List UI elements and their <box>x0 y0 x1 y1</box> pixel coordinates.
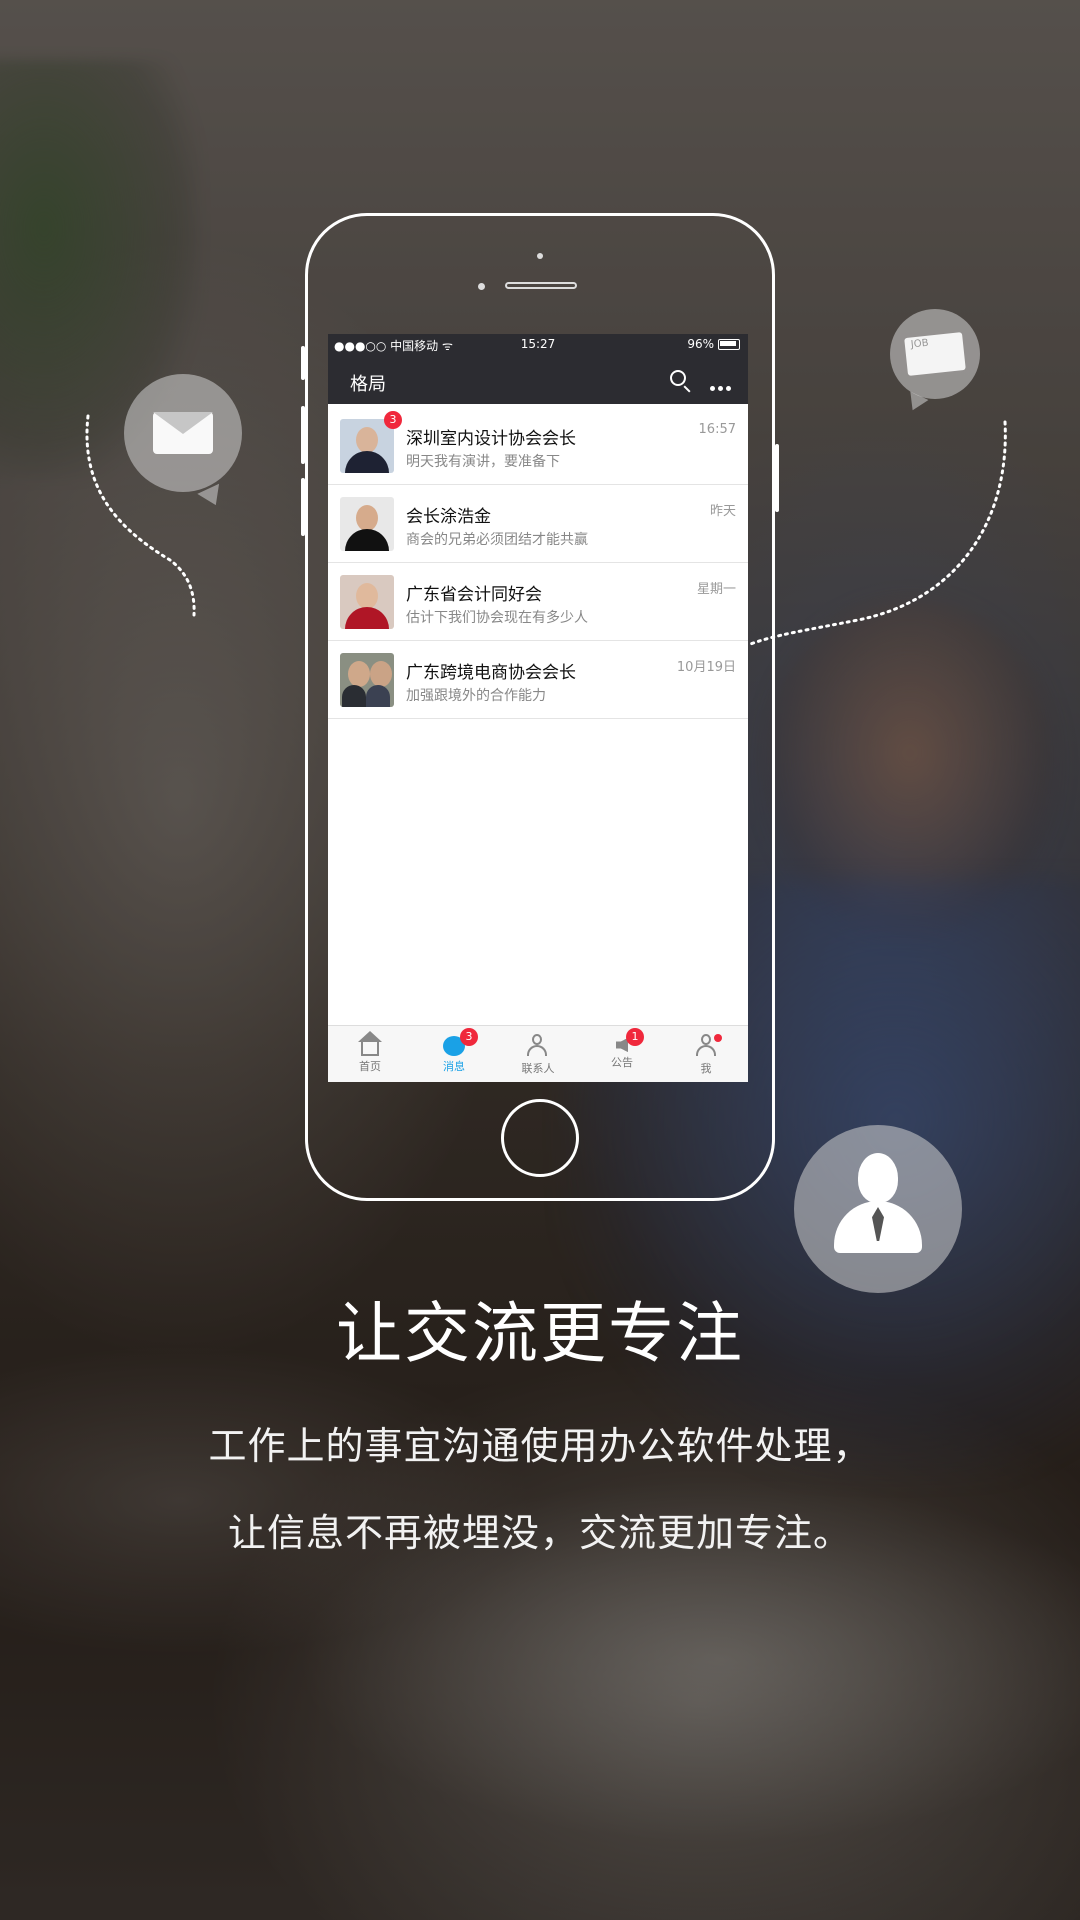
phone-volume-up <box>301 406 305 464</box>
conversation-time: 星期一 <box>696 582 736 597</box>
job-bubble: JOB <box>890 309 980 399</box>
conversation-name: 深圳室内设计协会会长 <box>406 429 576 449</box>
headline: 让交流更专注 <box>336 1295 744 1372</box>
announcement-badge: 1 <box>626 1028 644 1046</box>
conversation-row[interactable]: 广东跨境电商协会会长 加强跟境外的合作能力 10月19日 <box>328 641 748 719</box>
phone-sensor <box>537 253 543 259</box>
status-bar: ●●●○○ 中国移动 ᯤ 15:27 96% <box>328 334 748 356</box>
avatar <box>340 653 394 707</box>
conversation-row[interactable]: 3 深圳室内设计协会会长 明天我有演讲，要准备下 16:57 <box>328 407 748 485</box>
subtitle-line-2: 让信息不再被埋没，交流更加专注。 <box>227 1511 852 1555</box>
conversation-name: 广东跨境电商协会会长 <box>406 663 576 683</box>
phone-speaker <box>505 282 577 289</box>
search-icon[interactable] <box>670 370 686 386</box>
businessman-icon <box>834 1153 922 1269</box>
mail-bubble <box>124 374 242 492</box>
conversation-preview: 加强跟境外的合作能力 <box>406 688 546 704</box>
phone-camera <box>478 283 485 290</box>
tab-messages[interactable]: 消息 3 <box>412 1028 496 1074</box>
conversation-time: 昨天 <box>709 504 736 519</box>
battery-indicator: 96% <box>687 337 740 351</box>
conversation-preview: 明天我有演讲，要准备下 <box>406 454 560 470</box>
job-card-icon: JOB <box>904 332 966 376</box>
conversation-time: 16:57 <box>698 422 736 437</box>
tab-contacts[interactable]: 联系人 <box>496 1032 580 1076</box>
conversation-time: 10月19日 <box>676 660 736 675</box>
avatar <box>340 575 394 629</box>
nav-title: 格局 <box>350 374 386 395</box>
profile-notification-dot <box>714 1034 722 1042</box>
conversation-preview: 商会的兄弟必须团结才能共赢 <box>406 532 588 548</box>
tab-me[interactable]: 我 <box>664 1032 748 1076</box>
tab-home[interactable]: 首页 <box>328 1031 412 1074</box>
user-bubble <box>794 1125 962 1293</box>
phone-screen: ●●●○○ 中国移动 ᯤ 15:27 96% 格局 3 深圳室内设计协会会长 明… <box>328 334 748 1082</box>
phone-power-button <box>775 444 779 512</box>
conversation-row[interactable]: 广东省会计同好会 估计下我们协会现在有多少人 星期一 <box>328 563 748 641</box>
tab-bar: 首页 消息 3 联系人 公告 1 我 <box>328 1025 748 1082</box>
avatar <box>340 497 394 551</box>
phone-volume-down <box>301 478 305 536</box>
tab-announcements[interactable]: 公告 1 <box>580 1028 664 1070</box>
more-icon[interactable] <box>710 376 734 391</box>
conversation-name: 广东省会计同好会 <box>406 585 542 605</box>
conversation-list: 3 深圳室内设计协会会长 明天我有演讲，要准备下 16:57 会长涂浩金 商会的… <box>328 407 748 719</box>
phone-home-button <box>501 1099 579 1177</box>
envelope-icon <box>153 412 213 454</box>
messages-badge: 3 <box>460 1028 478 1046</box>
nav-bar: 格局 <box>328 356 748 404</box>
subtitle-line-1: 工作上的事宜沟通使用办公软件处理， <box>208 1424 872 1468</box>
phone-mute-switch <box>301 346 305 380</box>
home-icon <box>358 1031 382 1056</box>
contacts-icon <box>525 1032 551 1058</box>
status-time: 15:27 <box>520 337 556 351</box>
dotted-connector-right <box>748 420 1007 647</box>
unread-badge: 3 <box>384 411 402 429</box>
conversation-name: 会长涂浩金 <box>406 507 491 527</box>
avatar <box>340 419 394 473</box>
conversation-preview: 估计下我们协会现在有多少人 <box>406 610 588 626</box>
battery-icon <box>718 339 740 350</box>
conversation-row[interactable]: 会长涂浩金 商会的兄弟必须团结才能共赢 昨天 <box>328 485 748 563</box>
